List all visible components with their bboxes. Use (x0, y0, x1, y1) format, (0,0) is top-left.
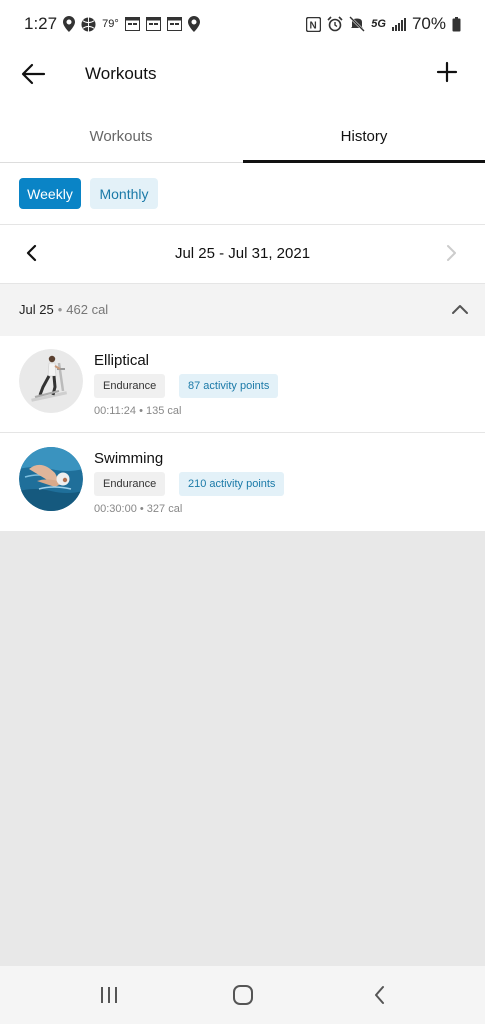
workout-list-item[interactable]: Elliptical Endurance 87 activity points … (0, 336, 485, 433)
workout-calories: 135 cal (145, 405, 182, 417)
svg-text:N: N (310, 20, 317, 31)
plus-icon[interactable] (435, 60, 459, 84)
workout-calories: 327 cal (146, 503, 183, 515)
day-date: Jul 25 (19, 302, 54, 317)
recent-apps-icon[interactable] (97, 983, 121, 1007)
chevron-right-icon[interactable] (441, 243, 461, 263)
activity-points-tag: 210 activity points (179, 472, 285, 496)
sports-ball-icon (81, 16, 96, 32)
tab-workouts[interactable]: Workouts (0, 110, 242, 162)
category-tag: Endurance (94, 472, 166, 496)
workout-duration: 00:30:00 (94, 503, 137, 515)
signal-icon (391, 17, 406, 31)
date-navigator: Jul 25 - Jul 31, 2021 (0, 225, 485, 282)
clock: 1:27 (24, 14, 58, 33)
battery-icon (452, 16, 461, 32)
location-icon (63, 16, 76, 32)
tab-bar: Workouts History (0, 110, 485, 163)
mute-icon (349, 16, 366, 32)
category-tag: Endurance (94, 374, 166, 398)
calendar-icon (145, 17, 161, 31)
date-range-label: Jul 25 - Jul 31, 2021 (174, 245, 311, 262)
page-title: Workouts (85, 64, 157, 83)
workout-name: Swimming (94, 450, 164, 467)
app-bar: Workouts (0, 48, 485, 100)
calendar-icon (166, 17, 182, 31)
monthly-chip[interactable]: Monthly (90, 178, 158, 209)
nfc-icon: N (306, 16, 322, 32)
calendar-icon (124, 17, 140, 31)
back-arrow-icon[interactable] (20, 62, 48, 86)
content-area: 1:27 79° N 5G 70% Workouts Workouts Hist… (0, 0, 485, 531)
location-icon (187, 16, 200, 32)
weekly-chip[interactable]: Weekly (19, 178, 81, 209)
activity-points-tag: 87 activity points (179, 374, 279, 398)
tab-history[interactable]: History (243, 110, 485, 163)
workout-meta: 00:11:24 • 135 cal (94, 405, 182, 417)
chevron-up-icon[interactable] (451, 300, 469, 318)
temperature: 79° (102, 18, 119, 30)
5g-icon: 5G (371, 18, 386, 30)
day-calories: 462 cal (66, 302, 109, 317)
workout-list-item[interactable]: Swimming Endurance 210 activity points 0… (0, 434, 485, 530)
workout-meta: 00:30:00 • 327 cal (94, 503, 183, 515)
period-filter: Weekly Monthly (0, 163, 485, 225)
elliptical-thumbnail (19, 349, 83, 413)
status-bar: 1:27 79° N 5G 70% (0, 0, 485, 48)
system-back-icon[interactable] (368, 983, 392, 1007)
day-summary: Jul 25 • 462 cal (19, 302, 108, 317)
system-nav-bar (0, 966, 485, 1024)
alarm-icon (327, 16, 343, 32)
separator-dot: • (57, 302, 63, 317)
day-group-header[interactable]: Jul 25 • 462 cal (0, 283, 485, 337)
battery-percent: 70% (411, 14, 446, 33)
swimming-thumbnail (19, 447, 83, 511)
workout-name: Elliptical (94, 352, 150, 369)
workout-duration: 00:11:24 (94, 405, 137, 417)
home-icon[interactable] (231, 983, 255, 1007)
